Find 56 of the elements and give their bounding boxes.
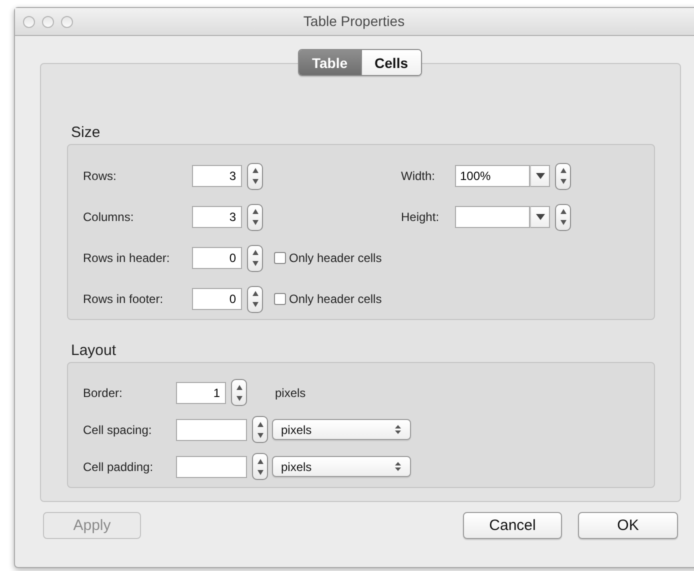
up-down-arrows-icon — [252, 289, 258, 309]
number-field[interactable]: 3 — [192, 165, 242, 187]
combo-field[interactable] — [455, 206, 530, 228]
up-down-arrows-icon — [395, 425, 401, 434]
checkbox[interactable] — [274, 293, 286, 305]
unit-select[interactable]: pixels — [272, 419, 411, 440]
stepper-button[interactable] — [247, 244, 263, 272]
stepper-button[interactable] — [252, 453, 268, 480]
checkbox-label: Only header cells — [289, 251, 382, 265]
stepper-button[interactable] — [555, 162, 571, 190]
up-down-arrows-icon — [560, 207, 566, 227]
unit-select[interactable]: pixels — [272, 456, 411, 477]
number-field[interactable] — [176, 456, 247, 478]
stepper-button[interactable] — [247, 162, 263, 190]
tab[interactable]: Table — [299, 50, 361, 75]
up-down-arrows-icon — [256, 420, 264, 440]
field-label: Cell spacing: — [83, 422, 153, 436]
checkbox[interactable] — [274, 252, 286, 264]
field-label: Rows in header: — [83, 251, 171, 265]
field-label: Height: — [401, 210, 440, 224]
up-down-arrows-icon — [560, 166, 566, 186]
up-down-arrows-icon — [252, 248, 258, 268]
section-heading: Size — [71, 124, 102, 141]
window-title: Table Properties — [303, 13, 405, 29]
stepper-button[interactable] — [555, 204, 571, 230]
number-field[interactable] — [176, 418, 247, 440]
caret-icon — [536, 173, 544, 179]
field-label: Width: — [401, 169, 436, 183]
caret-icon — [536, 214, 544, 220]
stepper-button[interactable] — [252, 416, 268, 443]
combo-field[interactable]: 100% — [455, 165, 530, 187]
up-down-arrows-icon — [252, 166, 258, 186]
up-down-arrows-icon — [256, 456, 264, 476]
number-field[interactable]: 3 — [192, 206, 242, 228]
dropdown-button[interactable] — [530, 165, 550, 187]
stepper-button[interactable] — [231, 379, 247, 406]
unit-label: pixels — [275, 386, 306, 400]
dropdown-button[interactable] — [530, 206, 550, 228]
up-down-arrows-icon — [252, 207, 258, 227]
field-label: Rows in footer: — [83, 292, 164, 306]
field-label: Cell padding: — [83, 460, 154, 474]
dialog-button[interactable]: Cancel — [463, 512, 562, 539]
dialog-button[interactable]: OK — [578, 512, 678, 539]
tab[interactable]: Cells — [360, 50, 421, 75]
checkbox-label: Only header cells — [289, 292, 382, 306]
stepper-button[interactable] — [247, 286, 263, 312]
field-label: Columns: — [83, 210, 135, 224]
number-field[interactable]: 0 — [192, 288, 242, 310]
field-label: Rows: — [83, 169, 118, 183]
number-field[interactable]: 0 — [192, 247, 242, 269]
up-down-arrows-icon — [395, 462, 401, 471]
field-label: Border: — [83, 386, 124, 400]
up-down-arrows-icon — [236, 382, 242, 402]
stepper-button[interactable] — [247, 204, 263, 230]
number-field[interactable]: 1 — [176, 382, 226, 404]
section-heading: Layout — [71, 342, 118, 359]
